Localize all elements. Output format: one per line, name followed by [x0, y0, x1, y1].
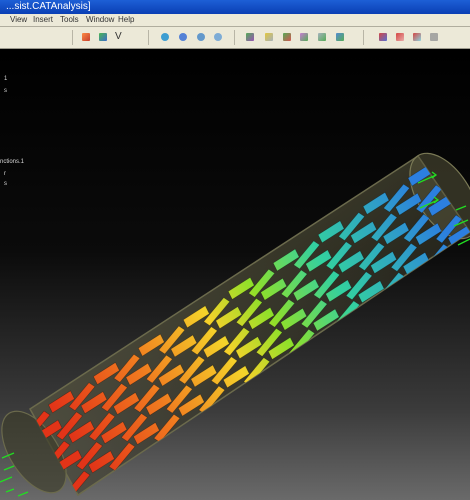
menu-insert[interactable]: Insert — [33, 14, 53, 26]
menu-bar: View Insert Tools Window Help — [0, 14, 470, 27]
toolbar-v-label[interactable]: V — [115, 31, 122, 42]
analysis-viewport[interactable]: 1 s nctions.1 r s — [0, 49, 470, 500]
pan-icon[interactable] — [211, 30, 225, 44]
zoom-icon[interactable] — [194, 30, 208, 44]
camera-icon[interactable] — [427, 30, 441, 44]
report-icon[interactable] — [376, 30, 390, 44]
toolbar: V — [0, 27, 470, 49]
toolbar-separator — [363, 30, 364, 45]
displacement-icon[interactable] — [297, 30, 311, 44]
principal-stress-icon[interactable] — [315, 30, 329, 44]
menu-help[interactable]: Help — [118, 14, 134, 26]
von-mises-icon[interactable] — [280, 30, 294, 44]
window-title-bar: ...sist.CATAnalysis] — [0, 0, 470, 14]
adaptivity-icon[interactable] — [410, 30, 424, 44]
rotate-icon[interactable] — [176, 30, 190, 44]
toolbar-separator — [72, 30, 73, 45]
toolbar-separator — [148, 30, 149, 45]
toolbar-separator — [234, 30, 235, 45]
menu-window[interactable]: Window — [86, 14, 114, 26]
window-title: ...sist.CATAnalysis] — [6, 1, 91, 12]
fit-all-icon[interactable] — [158, 30, 172, 44]
deformation-icon[interactable] — [262, 30, 276, 44]
precision-icon[interactable] — [333, 30, 347, 44]
picture-icon[interactable] — [96, 30, 110, 44]
sensor-icon[interactable] — [393, 30, 407, 44]
menu-tools[interactable]: Tools — [60, 14, 79, 26]
mesh-icon[interactable] — [243, 30, 257, 44]
image-render-icon[interactable] — [79, 30, 93, 44]
model-render — [0, 152, 470, 497]
menu-view[interactable]: View — [10, 14, 27, 26]
